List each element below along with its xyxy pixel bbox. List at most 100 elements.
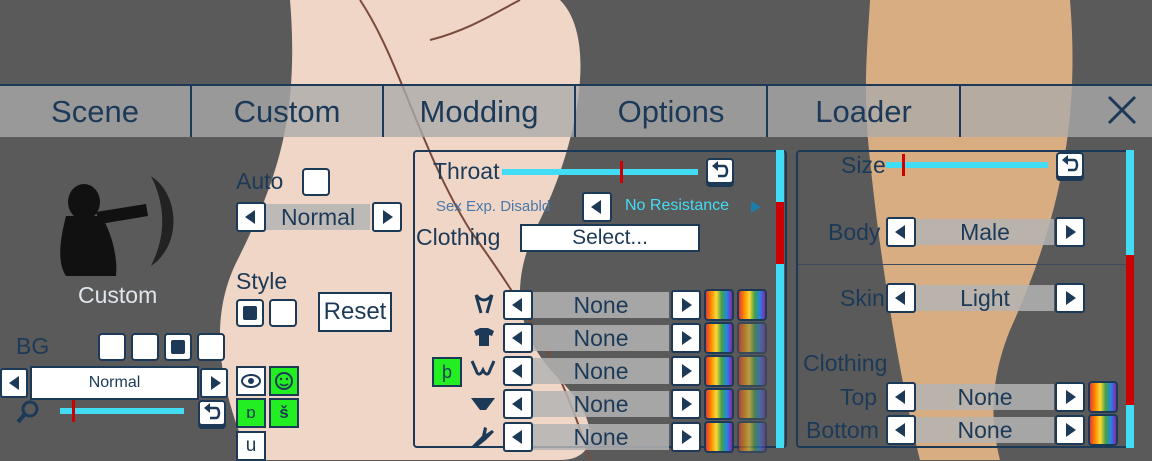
row2-color-2[interactable] <box>737 322 767 354</box>
tag-button[interactable]: þ <box>432 357 462 387</box>
toggle-button-1[interactable]: ɒ <box>236 398 266 428</box>
row3-color-1[interactable] <box>704 355 734 387</box>
bg-next-button[interactable] <box>200 368 228 398</box>
row1-prev-button[interactable] <box>503 290 533 320</box>
row1-select[interactable]: None <box>533 292 669 318</box>
throat-slider[interactable] <box>502 161 698 183</box>
row5-prev-button[interactable] <box>503 422 533 452</box>
body-select[interactable]: Male <box>916 219 1054 245</box>
row4-select[interactable]: None <box>533 391 669 417</box>
bottom-next-button[interactable] <box>1055 415 1085 445</box>
top-select[interactable]: None <box>916 384 1054 410</box>
toggle-button-3[interactable]: u <box>236 431 266 461</box>
preset-label: Custom <box>78 282 158 308</box>
resistance-select[interactable]: No Resistance <box>625 197 729 215</box>
glove-icon <box>472 427 494 448</box>
bg-prev-button[interactable] <box>0 368 28 398</box>
bg-option-3[interactable] <box>164 333 192 361</box>
row3-prev-button[interactable] <box>503 356 533 386</box>
body-panel-divider <box>798 264 1128 265</box>
row3-next-button[interactable] <box>671 356 701 386</box>
row2-next-button[interactable] <box>671 323 701 353</box>
undo-icon <box>1062 155 1079 172</box>
right-clothing-label: Clothing <box>803 350 888 376</box>
auto-next-button[interactable] <box>372 202 402 232</box>
tab-options[interactable]: Options <box>576 86 768 137</box>
resistance-next-icon[interactable] <box>750 200 762 214</box>
bg-option-4[interactable] <box>197 333 225 361</box>
size-slider[interactable] <box>886 154 1048 176</box>
tab-modding[interactable]: Modding <box>384 86 576 137</box>
row4-prev-button[interactable] <box>503 389 533 419</box>
auto-label: Auto <box>236 168 284 194</box>
top-next-button[interactable] <box>1055 382 1085 412</box>
preset-silhouette-icon[interactable] <box>56 176 182 276</box>
bottom-select[interactable]: None <box>916 417 1054 443</box>
row2-color-1[interactable] <box>704 322 734 354</box>
skin-next-button[interactable] <box>1055 283 1085 313</box>
row5-color-1[interactable] <box>704 421 734 453</box>
bg-select[interactable]: Normal <box>30 366 199 400</box>
face-toggle-button[interactable] <box>269 366 299 396</box>
body-next-button[interactable] <box>1055 217 1085 247</box>
auto-select[interactable]: Normal <box>266 204 370 230</box>
row4-color-2[interactable] <box>737 388 767 420</box>
style-option-2[interactable] <box>269 299 297 327</box>
reset-button[interactable]: Reset <box>318 292 392 332</box>
bg-option-2[interactable] <box>131 333 159 361</box>
body-panel-scrollbar[interactable] <box>1126 150 1134 448</box>
tab-loader[interactable]: Loader <box>768 86 961 137</box>
row5-select[interactable]: None <box>533 424 669 450</box>
zoom-reset-button[interactable] <box>198 400 226 426</box>
top-label: Top <box>840 384 878 410</box>
tab-scene[interactable]: Scene <box>0 86 192 137</box>
tab-custom[interactable]: Custom <box>192 86 384 137</box>
main-menu-bar: Scene Custom Modding Options Loader <box>0 84 1152 137</box>
collar-icon <box>474 294 494 314</box>
bg-label: BG <box>16 333 50 359</box>
row3-color-2[interactable] <box>737 355 767 387</box>
body-label: Body <box>828 219 881 245</box>
row4-next-button[interactable] <box>671 389 701 419</box>
row3-select[interactable]: None <box>533 358 669 384</box>
close-icon[interactable] <box>1106 94 1138 126</box>
top-prev-button[interactable] <box>886 382 916 412</box>
face-icon <box>275 372 293 390</box>
bottom-label: Bottom <box>806 417 879 443</box>
bg-option-1[interactable] <box>98 333 126 361</box>
clothing-panel-scrollbar[interactable] <box>776 150 784 448</box>
bottom-color[interactable] <box>1088 414 1118 446</box>
top-color[interactable] <box>1088 381 1118 413</box>
size-label: Size <box>841 152 886 178</box>
undo-icon <box>204 403 221 420</box>
size-reset-button[interactable] <box>1056 152 1084 178</box>
auto-prev-button[interactable] <box>236 202 266 232</box>
panties-icon <box>471 398 495 410</box>
row1-next-button[interactable] <box>671 290 701 320</box>
skin-prev-button[interactable] <box>886 283 916 313</box>
body-prev-button[interactable] <box>886 217 916 247</box>
style-option-1[interactable] <box>236 299 264 327</box>
skin-label: Skin <box>840 285 885 311</box>
resistance-prev-button[interactable] <box>582 192 612 222</box>
row5-next-button[interactable] <box>671 422 701 452</box>
style-label: Style <box>236 268 288 294</box>
auto-checkbox[interactable] <box>302 168 330 196</box>
zoom-slider[interactable] <box>60 400 184 422</box>
row2-select[interactable]: None <box>533 325 669 351</box>
throat-reset-button[interactable] <box>706 158 734 184</box>
clothing-select-button[interactable]: Select... <box>520 224 700 252</box>
row4-color-1[interactable] <box>704 388 734 420</box>
throat-label: Throat <box>433 158 500 184</box>
bra-icon <box>470 360 496 376</box>
row2-prev-button[interactable] <box>503 323 533 353</box>
row1-color-1[interactable] <box>704 289 734 321</box>
clothing-label: Clothing <box>416 224 501 250</box>
visibility-button[interactable] <box>236 366 266 396</box>
row1-color-2[interactable] <box>737 289 767 321</box>
bottom-prev-button[interactable] <box>886 415 916 445</box>
skin-select[interactable]: Light <box>916 285 1054 311</box>
row5-color-2[interactable] <box>737 421 767 453</box>
toggle-button-2[interactable]: š <box>269 398 299 428</box>
zoom-icon <box>16 400 39 424</box>
